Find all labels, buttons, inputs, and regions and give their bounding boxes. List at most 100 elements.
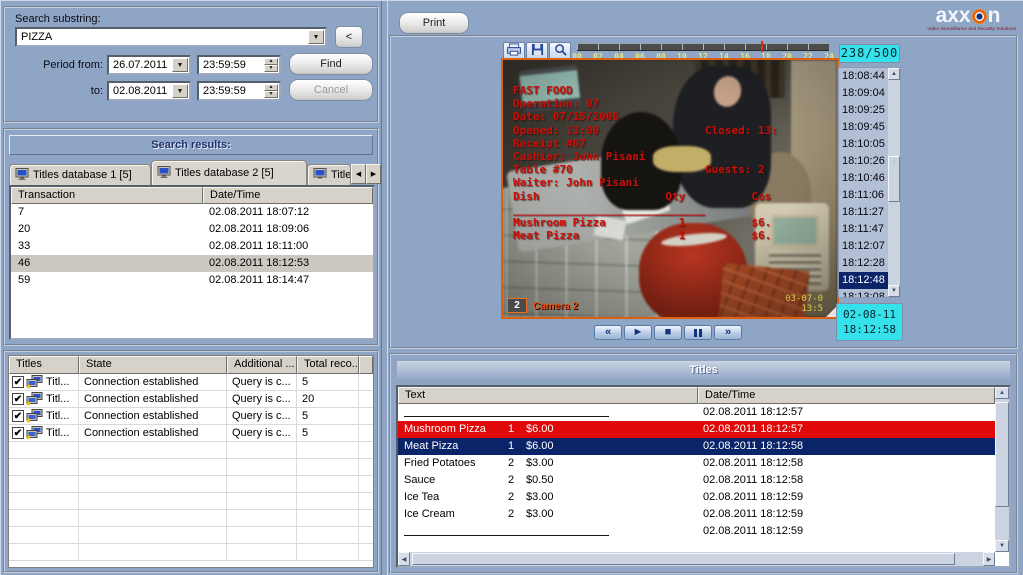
- scrollbar-thumb[interactable]: [412, 553, 955, 565]
- find-button[interactable]: Find: [289, 53, 373, 75]
- tab-titles-database-3[interactable]: Titles dat.: [307, 164, 351, 185]
- time-from-down-button[interactable]: ▼: [264, 65, 278, 72]
- total-records-column-header[interactable]: Total reco...: [297, 356, 359, 374]
- database-cell-total: 5: [297, 374, 359, 390]
- tab-titles-database-2[interactable]: Titles database 2 [5]: [151, 160, 307, 185]
- scroll-up-button[interactable]: ▲: [888, 68, 900, 80]
- search-dropdown-button[interactable]: ▼: [308, 30, 324, 44]
- date-from-field[interactable]: 26.07.2011 ▼: [107, 55, 191, 75]
- titles-column-header[interactable]: Titles: [9, 356, 79, 374]
- timestamp-item[interactable]: 18:12:48: [839, 272, 888, 289]
- titles-row[interactable]: Ice Tea2$3.0002.08.2011 18:12:59: [398, 489, 995, 506]
- titles-row[interactable]: Mushroom Pizza1$6.0002.08.2011 18:12:57: [398, 421, 995, 438]
- rewind-button[interactable]: «: [594, 325, 622, 340]
- cancel-button[interactable]: Cancel: [289, 79, 373, 101]
- timestamp-item[interactable]: 18:11:06: [839, 187, 888, 204]
- additional-column-header[interactable]: Additional ...: [227, 356, 297, 374]
- titles-datetime-column-header[interactable]: Date/Time: [698, 387, 995, 404]
- titles-horizontal-scrollbar[interactable]: ◀ ▶: [398, 552, 995, 566]
- state-column-header[interactable]: State: [79, 356, 227, 374]
- checkbox-checked[interactable]: ✔: [12, 393, 24, 405]
- search-result-row[interactable]: 3302.08.2011 18:11:00: [11, 238, 373, 255]
- titles-vertical-scrollbar[interactable]: ▲ ▼: [995, 387, 1009, 552]
- text-column-header[interactable]: Text: [398, 387, 698, 404]
- tab-titles-database-1[interactable]: Titles database 1 [5]: [9, 164, 151, 185]
- search-result-row[interactable]: 4602.08.2011 18:12:53: [11, 255, 373, 272]
- datetime-column-header[interactable]: Date/Time: [203, 187, 373, 204]
- tab-scroll-right-button[interactable]: ▶: [366, 164, 381, 184]
- database-row: [9, 544, 373, 561]
- database-cell-title: [9, 544, 79, 560]
- pause-button[interactable]: [684, 325, 712, 340]
- database-cell-total: 5: [297, 425, 359, 441]
- checkbox-checked[interactable]: ✔: [12, 376, 24, 388]
- scroll-up-button[interactable]: ▲: [995, 387, 1009, 399]
- timestamp-item[interactable]: 18:09:25: [839, 102, 888, 119]
- checkbox-checked[interactable]: ✔: [12, 410, 24, 422]
- search-substring-label: Search substring:: [15, 13, 101, 25]
- time-from-up-button[interactable]: ▲: [264, 58, 278, 65]
- timestamp-item[interactable]: 18:13:08: [839, 289, 888, 298]
- item-qty: 1: [496, 438, 526, 455]
- timestamp-item[interactable]: 18:11:47: [839, 221, 888, 238]
- camera-number-badge: 2: [507, 298, 527, 313]
- titles-row[interactable]: 02.08.2011 18:12:57: [398, 404, 995, 421]
- timestamp-item[interactable]: 18:11:27: [839, 204, 888, 221]
- database-row[interactable]: ✔★Titl...Connection establishedQuery is …: [9, 408, 373, 425]
- timestamp-item[interactable]: 18:10:46: [839, 170, 888, 187]
- transaction-column-header[interactable]: Transaction: [11, 187, 203, 204]
- date-to-dropdown-button[interactable]: ▼: [172, 84, 188, 98]
- timeline-bar[interactable]: [577, 43, 829, 51]
- vertical-splitter[interactable]: [381, 1, 388, 575]
- scroll-right-button[interactable]: ▶: [983, 552, 995, 566]
- timestamp-item[interactable]: 18:08:44: [839, 68, 888, 85]
- fast-forward-button[interactable]: »: [714, 325, 742, 340]
- scrollbar-thumb[interactable]: ⁞: [888, 156, 900, 202]
- history-button[interactable]: <: [335, 26, 363, 48]
- timestamp-item[interactable]: 18:09:45: [839, 119, 888, 136]
- titles-row[interactable]: Fried Potatoes2$3.0002.08.2011 18:12:58: [398, 455, 995, 472]
- time-from-field[interactable]: 23:59:59 ▲ ▼: [197, 55, 281, 75]
- search-result-row[interactable]: 2002.08.2011 18:09:06: [11, 221, 373, 238]
- titles-row[interactable]: Ice Cream2$3.0002.08.2011 18:12:59: [398, 506, 995, 523]
- timestamp-item[interactable]: 18:12:28: [839, 255, 888, 272]
- titles-row[interactable]: Meat Pizza1$6.0002.08.2011 18:12:58: [398, 438, 995, 455]
- database-title-label: Titl...: [46, 393, 69, 405]
- camera-frame[interactable]: FAST FOODOperation: 07Date: 07/15/2006Op…: [501, 58, 839, 319]
- receipt-separator-line: [404, 535, 609, 540]
- scroll-left-button[interactable]: ◀: [398, 552, 410, 566]
- time-to-down-button[interactable]: ▼: [264, 91, 278, 98]
- time-to-field[interactable]: 23:59:59 ▲ ▼: [197, 81, 281, 101]
- database-row[interactable]: ✔★Titl...Connection establishedQuery is …: [9, 425, 373, 442]
- scroll-down-button[interactable]: ▼: [888, 285, 900, 297]
- time-to-up-button[interactable]: ▲: [264, 84, 278, 91]
- tab-scroll-left-button[interactable]: ◀: [351, 164, 366, 184]
- date-from-dropdown-button[interactable]: ▼: [172, 58, 188, 72]
- database-row[interactable]: ✔★Titl...Connection establishedQuery is …: [9, 391, 373, 408]
- title-text-cell: Ice Cream2$3.00: [398, 506, 698, 523]
- search-input[interactable]: PIZZA ▼: [15, 27, 327, 47]
- timestamp-scrollbar[interactable]: ▲ ⁞ ▼: [888, 68, 900, 297]
- item-price: $6.00: [526, 438, 698, 455]
- checkbox-checked[interactable]: ✔: [12, 427, 24, 439]
- titles-row[interactable]: 02.08.2011 18:12:59: [398, 523, 995, 540]
- database-cell-state: Connection established: [79, 408, 227, 424]
- timestamp-item[interactable]: 18:10:26: [839, 153, 888, 170]
- database-row[interactable]: ✔★Titl...Connection establishedQuery is …: [9, 374, 373, 391]
- titles-database-icon: ★: [26, 409, 44, 423]
- search-result-row[interactable]: 5902.08.2011 18:14:47: [11, 272, 373, 289]
- scroll-down-button[interactable]: ▼: [995, 540, 1009, 552]
- database-cell-title: [9, 459, 79, 475]
- scrollbar-thumb[interactable]: [995, 402, 1009, 507]
- stop-button[interactable]: ■: [654, 325, 682, 340]
- date-to-field[interactable]: 02.08.2011 ▼: [107, 81, 191, 101]
- timeline-position-marker[interactable]: [761, 41, 763, 52]
- titles-row[interactable]: Sauce2$0.5002.08.2011 18:12:58: [398, 472, 995, 489]
- timestamp-list[interactable]: 18:08:4418:09:0418:09:2518:09:4518:10:05…: [838, 67, 901, 298]
- timestamp-item[interactable]: 18:10:05: [839, 136, 888, 153]
- print-button[interactable]: Print: [399, 12, 469, 34]
- timestamp-item[interactable]: 18:12:07: [839, 238, 888, 255]
- timestamp-item[interactable]: 18:09:04: [839, 85, 888, 102]
- search-result-row[interactable]: 702.08.2011 18:07:12: [11, 204, 373, 221]
- play-button[interactable]: ►: [624, 325, 652, 340]
